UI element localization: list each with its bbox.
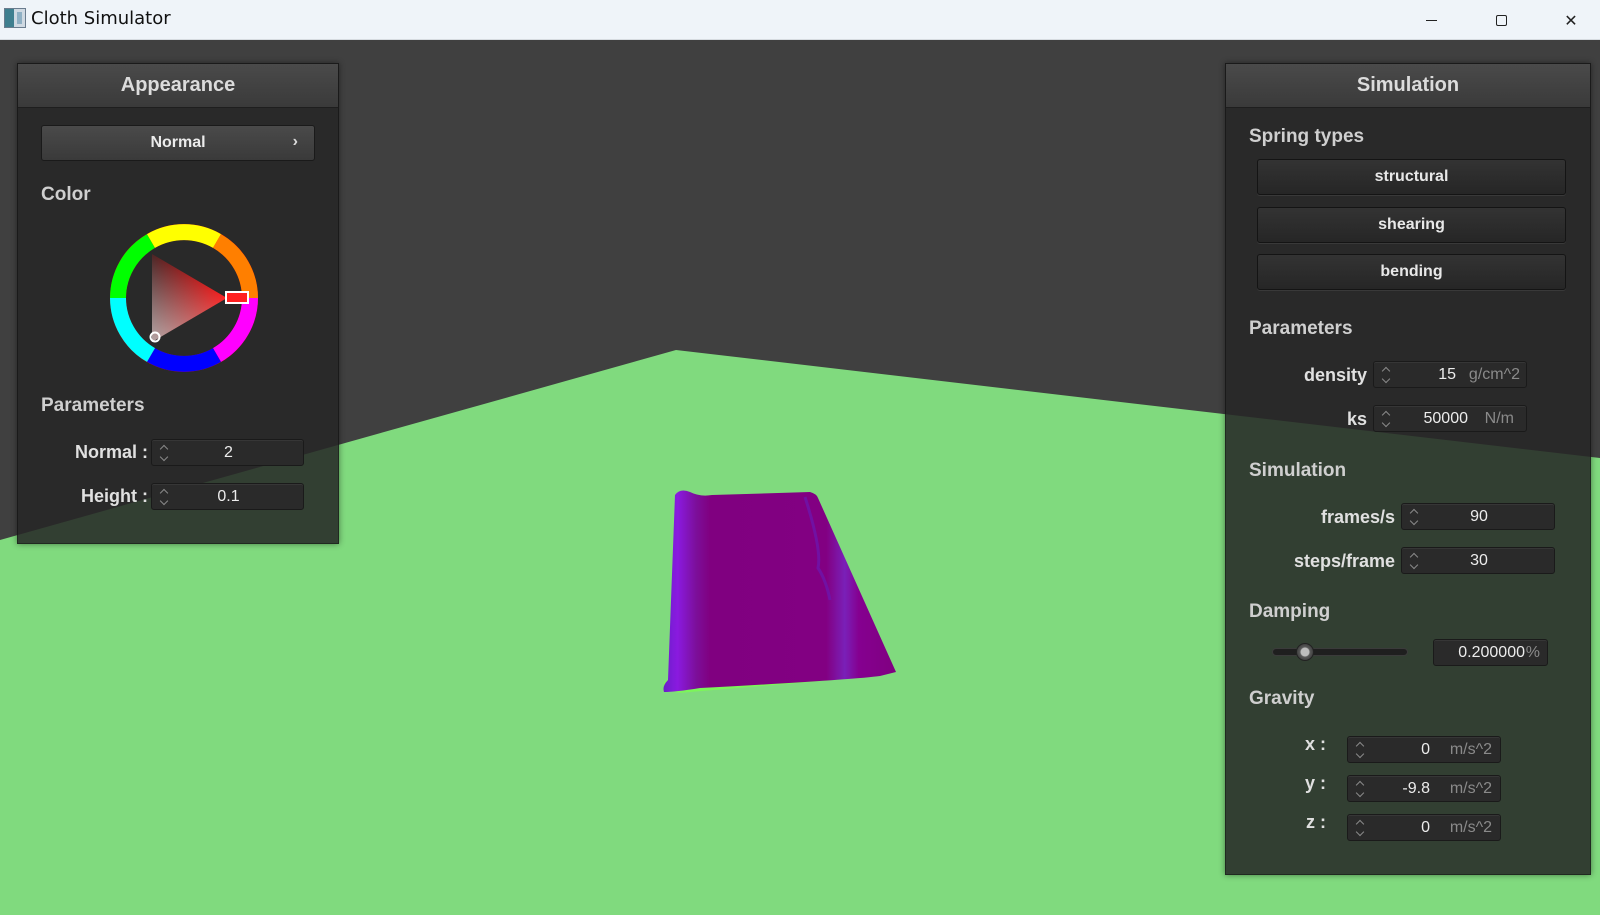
steps-value: 30 bbox=[1470, 552, 1488, 569]
steps-input[interactable]: 30 bbox=[1401, 547, 1555, 574]
spin-arrows-icon[interactable] bbox=[1355, 740, 1365, 760]
height-input[interactable]: 0.1 bbox=[151, 483, 304, 510]
normal-label: Normal : bbox=[74, 442, 148, 462]
gravity-x-unit: m/s^2 bbox=[1449, 741, 1492, 758]
density-unit: g/cm^2 bbox=[1468, 366, 1520, 383]
gravity-y-input[interactable]: -9.8 m/s^2 bbox=[1347, 775, 1501, 802]
structural-button[interactable]: structural bbox=[1257, 159, 1566, 195]
ks-value: 50000 bbox=[1423, 410, 1469, 427]
simulation-section-label: Simulation bbox=[1249, 460, 1347, 481]
maximize-button[interactable] bbox=[1466, 0, 1536, 40]
gravity-x-label: x : bbox=[1304, 734, 1326, 754]
steps-label: steps/frame : bbox=[1293, 551, 1406, 571]
simulation-panel: Simulation Spring types structural shear… bbox=[1225, 63, 1591, 875]
density-value: 15 bbox=[1438, 366, 1456, 383]
gravity-z-value: 0 bbox=[1421, 819, 1430, 836]
fps-label: frames/s : bbox=[1320, 507, 1406, 527]
chevron-right-icon: › bbox=[292, 133, 298, 150]
gravity-z-label: z : bbox=[1306, 812, 1326, 832]
window-title: Cloth Simulator bbox=[31, 8, 171, 29]
close-icon: ✕ bbox=[1564, 10, 1578, 30]
bending-button[interactable]: bending bbox=[1257, 254, 1566, 290]
spin-arrows-icon[interactable] bbox=[1355, 779, 1365, 799]
normal-value: 2 bbox=[224, 444, 233, 461]
damping-unit: % bbox=[1525, 644, 1540, 661]
dropdown-value: Normal bbox=[150, 134, 206, 151]
spin-arrows-icon[interactable] bbox=[1381, 365, 1391, 385]
gravity-y-value: -9.8 bbox=[1402, 780, 1430, 797]
spin-arrows-icon[interactable] bbox=[1381, 409, 1391, 429]
gravity-y-label: y : bbox=[1304, 773, 1326, 793]
spring-types-label: Spring types bbox=[1249, 126, 1365, 147]
damping-input[interactable]: 0.200000 % bbox=[1433, 639, 1548, 666]
gravity-x-input[interactable]: 0 m/s^2 bbox=[1347, 736, 1501, 763]
damping-slider-handle[interactable] bbox=[1295, 643, 1314, 661]
gravity-label: Gravity bbox=[1249, 688, 1315, 709]
height-label: Height : bbox=[81, 486, 148, 506]
gravity-y-unit: m/s^2 bbox=[1449, 780, 1492, 797]
spin-arrows-icon[interactable] bbox=[1355, 818, 1365, 838]
appearance-mode-dropdown[interactable]: Normal › bbox=[41, 125, 315, 161]
damping-label: Damping bbox=[1249, 601, 1331, 622]
maximize-icon bbox=[1495, 14, 1507, 26]
gravity-z-input[interactable]: 0 m/s^2 bbox=[1347, 814, 1501, 841]
app-icon bbox=[4, 8, 26, 28]
density-input[interactable]: 15 g/cm^2 bbox=[1373, 361, 1527, 388]
height-value: 0.1 bbox=[217, 488, 240, 505]
color-label: Color bbox=[41, 184, 91, 205]
fps-input[interactable]: 90 bbox=[1401, 503, 1555, 530]
title-bar: Cloth Simulator ✕ bbox=[0, 0, 1600, 40]
normal-input[interactable]: 2 bbox=[151, 439, 304, 466]
color-wheel[interactable] bbox=[110, 224, 258, 372]
minimize-icon bbox=[1425, 19, 1437, 21]
ks-input[interactable]: 50000 N/m bbox=[1373, 405, 1527, 432]
simulation-parameters-label: Parameters bbox=[1249, 318, 1353, 339]
close-button[interactable]: ✕ bbox=[1536, 0, 1600, 40]
simulation-panel-title: Simulation bbox=[1226, 64, 1590, 108]
appearance-parameters-label: Parameters bbox=[41, 395, 145, 416]
damping-value: 0.200000 bbox=[1458, 644, 1525, 661]
ks-unit: N/m bbox=[1484, 410, 1514, 427]
ks-label: ks : bbox=[1346, 409, 1378, 429]
gravity-x-value: 0 bbox=[1421, 741, 1430, 758]
fps-value: 90 bbox=[1470, 508, 1488, 525]
damping-slider-track[interactable] bbox=[1272, 648, 1408, 656]
appearance-panel-title: Appearance bbox=[18, 64, 338, 108]
minimize-button[interactable] bbox=[1396, 0, 1466, 40]
gravity-z-unit: m/s^2 bbox=[1449, 819, 1492, 836]
shearing-button[interactable]: shearing bbox=[1257, 207, 1566, 243]
hue-selector-handle bbox=[225, 291, 249, 304]
density-label: density : bbox=[1303, 365, 1378, 385]
appearance-panel: Appearance Normal › Color Parameters Nor… bbox=[17, 63, 339, 544]
